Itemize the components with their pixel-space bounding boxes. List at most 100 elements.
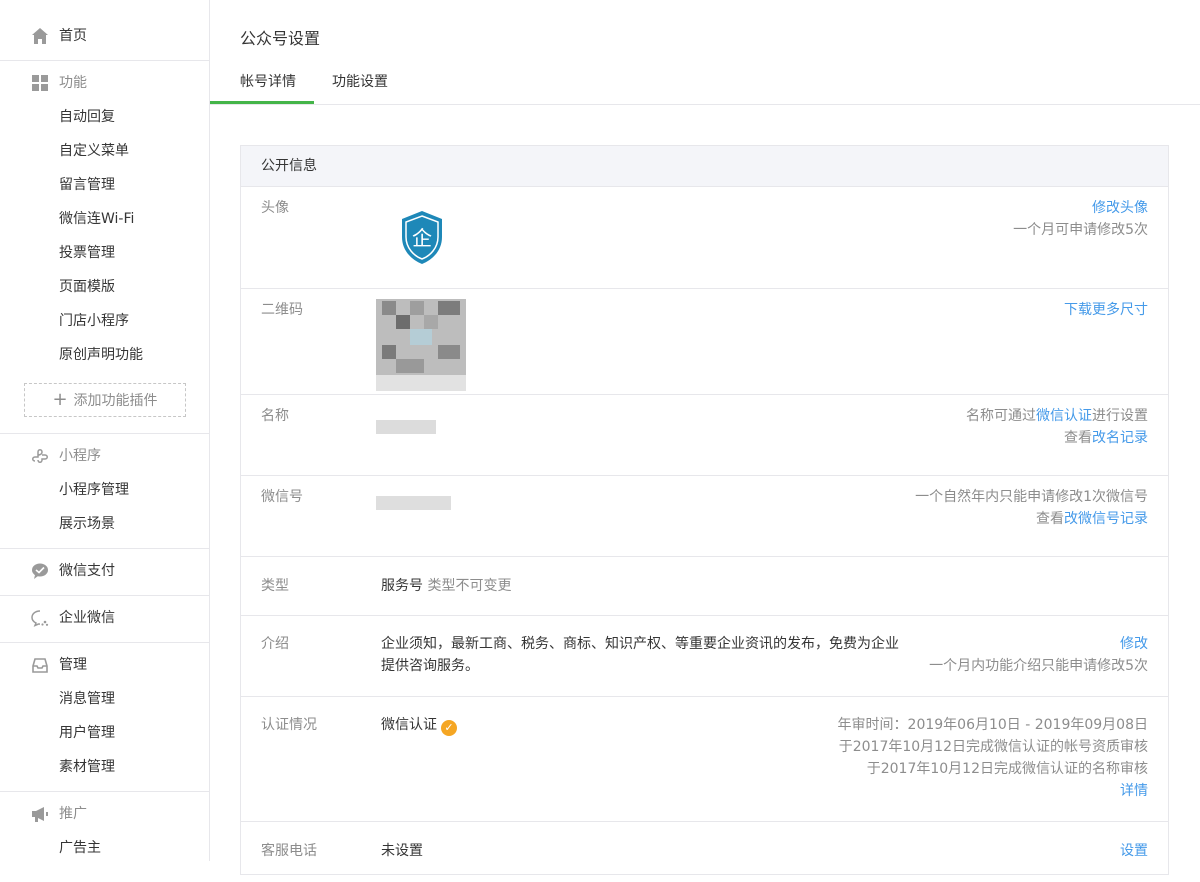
public-info-panel: 公开信息 头像 企 修改头像 一个月可申请修改5次 二维码 下载更多尺寸 名称 …	[240, 145, 1169, 875]
row-name: 名称 名称可通过微信认证进行设置 查看改名记录	[241, 395, 1168, 476]
wechat-id-value-redacted	[376, 496, 451, 510]
field-label: 微信号	[261, 489, 303, 505]
add-plugin-button[interactable]: + 添加功能插件	[24, 383, 186, 417]
set-service-phone-link[interactable]: 设置	[1120, 840, 1148, 862]
sidebar-item-wechat-pay[interactable]: 微信支付	[0, 559, 209, 583]
service-phone-actions: 设置	[1120, 840, 1148, 862]
wechat-verify-link[interactable]: 微信认证	[1036, 408, 1092, 424]
sidebar-section-label: 管理	[59, 657, 87, 673]
sidebar-section-manage[interactable]: 管理	[0, 653, 209, 677]
wechat-id-actions: 一个自然年内只能申请修改1次微信号 查看改微信号记录	[915, 486, 1148, 530]
download-sizes-link[interactable]: 下载更多尺寸	[1064, 299, 1148, 321]
sidebar-item-label: 企业微信	[59, 610, 115, 626]
sidebar-item-label: 微信支付	[59, 563, 115, 579]
page-title: 公众号设置	[240, 29, 321, 48]
sidebar-item-messages[interactable]: 消息管理	[59, 689, 115, 709]
main-content: 公众号设置 帐号详情 功能设置 公开信息 头像 企 修改头像 一个月可申请修改5…	[210, 0, 1200, 875]
sidebar-item-advertiser[interactable]: 广告主	[59, 838, 101, 858]
wechat-id-note: 一个自然年内只能申请修改1次微信号	[915, 489, 1148, 505]
sidebar: 首页 功能 自动回复 自定义菜单 留言管理 微信连Wi-Fi 投票管理 页面模版…	[0, 0, 210, 861]
intro-actions: 修改 一个月内功能介绍只能申请修改5次	[929, 633, 1148, 677]
service-phone-value: 未设置	[381, 843, 423, 859]
sidebar-section-label: 功能	[59, 75, 87, 91]
sidebar-item-original-claim[interactable]: 原创声明功能	[59, 345, 143, 365]
sidebar-item-page-template[interactable]: 页面模版	[59, 277, 115, 297]
sidebar-item-users[interactable]: 用户管理	[59, 723, 115, 743]
megaphone-icon	[31, 805, 49, 823]
row-service-phone: 客服电话 未设置 设置	[241, 822, 1168, 882]
sidebar-item-wifi[interactable]: 微信连Wi-Fi	[59, 209, 134, 229]
verify-details-link[interactable]: 详情	[838, 780, 1148, 802]
add-plugin-label: 添加功能插件	[73, 393, 158, 409]
avatar-glyph: 企	[412, 226, 432, 250]
sidebar-item-store-miniprogram[interactable]: 门店小程序	[59, 311, 129, 331]
verify-line-2: 于2017年10月12日完成微信认证的帐号资质审核	[838, 739, 1148, 755]
sidebar-item-materials[interactable]: 素材管理	[59, 757, 115, 777]
plus-icon: +	[52, 389, 68, 410]
sidebar-item-wecom[interactable]: 企业微信	[0, 606, 209, 630]
sidebar-item-auto-reply[interactable]: 自动回复	[59, 107, 115, 127]
row-qrcode: 二维码 下载更多尺寸	[241, 289, 1168, 395]
sidebar-section-features[interactable]: 功能	[0, 71, 209, 95]
wechat-pay-icon	[31, 562, 49, 580]
verify-details: 年审时间：2019年06月10日 - 2019年09月08日 于2017年10月…	[838, 714, 1148, 802]
type-value-wrap: 服务号 类型不可变更	[381, 575, 511, 597]
row-avatar: 头像 企 修改头像 一个月可申请修改5次	[241, 187, 1168, 289]
row-type: 类型 服务号 类型不可变更	[241, 557, 1168, 616]
miniprogram-icon	[31, 447, 49, 465]
sidebar-item-comments[interactable]: 留言管理	[59, 175, 115, 195]
sidebar-item-home[interactable]: 首页	[0, 24, 209, 48]
name-history-prefix: 查看	[1064, 430, 1092, 446]
sidebar-section-promote[interactable]: 推广	[0, 802, 209, 826]
grid-icon	[31, 74, 49, 92]
verified-check-icon: ✓	[441, 720, 457, 736]
divider	[0, 791, 209, 792]
row-verification: 认证情况 微信认证 ✓ 年审时间：2019年06月10日 - 2019年09月08…	[241, 697, 1168, 822]
field-label: 介绍	[261, 636, 289, 652]
avatar: 企	[399, 209, 445, 265]
sidebar-item-vote[interactable]: 投票管理	[59, 243, 115, 263]
wechat-id-history-prefix: 查看	[1036, 511, 1064, 527]
tab-bar: 帐号详情 功能设置	[210, 62, 1200, 105]
qrcode-actions: 下载更多尺寸	[1064, 299, 1148, 321]
divider	[0, 60, 209, 61]
sidebar-item-custom-menu[interactable]: 自定义菜单	[59, 141, 129, 161]
divider	[0, 548, 209, 549]
avatar-actions: 修改头像 一个月可申请修改5次	[1013, 197, 1148, 241]
divider	[0, 642, 209, 643]
intro-line-2: 提供咨询服务。	[381, 658, 479, 674]
verify-value: 微信认证	[381, 717, 437, 733]
name-note-suffix: 进行设置	[1092, 408, 1148, 424]
tab-feature-settings[interactable]: 功能设置	[332, 72, 388, 92]
qrcode-image	[376, 299, 466, 391]
field-label: 二维码	[261, 302, 303, 318]
sidebar-section-label: 小程序	[59, 448, 101, 464]
wecom-icon	[31, 609, 49, 627]
avatar-note: 一个月可申请修改5次	[1013, 222, 1148, 238]
sidebar-item-miniprogram-manage[interactable]: 小程序管理	[59, 480, 129, 500]
field-label: 头像	[261, 200, 289, 216]
verify-value-wrap: 微信认证 ✓	[381, 714, 457, 736]
inbox-icon	[31, 656, 49, 674]
row-wechat-id: 微信号 一个自然年内只能申请修改1次微信号 查看改微信号记录	[241, 476, 1168, 557]
wechat-id-history-link[interactable]: 改微信号记录	[1064, 511, 1148, 527]
intro-line-1: 企业须知，最新工商、税务、商标、知识产权、等重要企业资讯的发布，免费为企业	[381, 636, 899, 652]
sidebar-section-miniprogram[interactable]: 小程序	[0, 444, 209, 468]
field-label: 认证情况	[261, 717, 317, 733]
intro-note: 一个月内功能介绍只能申请修改5次	[929, 658, 1148, 674]
verify-line-1: 年审时间：2019年06月10日 - 2019年09月08日	[837, 717, 1148, 733]
sidebar-item-display-scene[interactable]: 展示场景	[59, 514, 115, 534]
tab-account-details[interactable]: 帐号详情	[240, 72, 296, 92]
divider	[0, 595, 209, 596]
rename-history-link[interactable]: 改名记录	[1092, 430, 1148, 446]
change-avatar-link[interactable]: 修改头像	[1013, 197, 1148, 219]
edit-intro-link[interactable]: 修改	[929, 633, 1148, 655]
section-title: 公开信息	[241, 146, 1168, 187]
field-label: 类型	[261, 578, 289, 594]
active-tab-indicator	[210, 101, 314, 104]
intro-value: 企业须知，最新工商、税务、商标、知识产权、等重要企业资讯的发布，免费为企业 提供…	[381, 633, 899, 677]
sidebar-item-label: 首页	[59, 28, 87, 44]
type-value: 服务号	[381, 578, 423, 594]
field-label: 名称	[261, 408, 289, 424]
field-label: 客服电话	[261, 843, 317, 859]
